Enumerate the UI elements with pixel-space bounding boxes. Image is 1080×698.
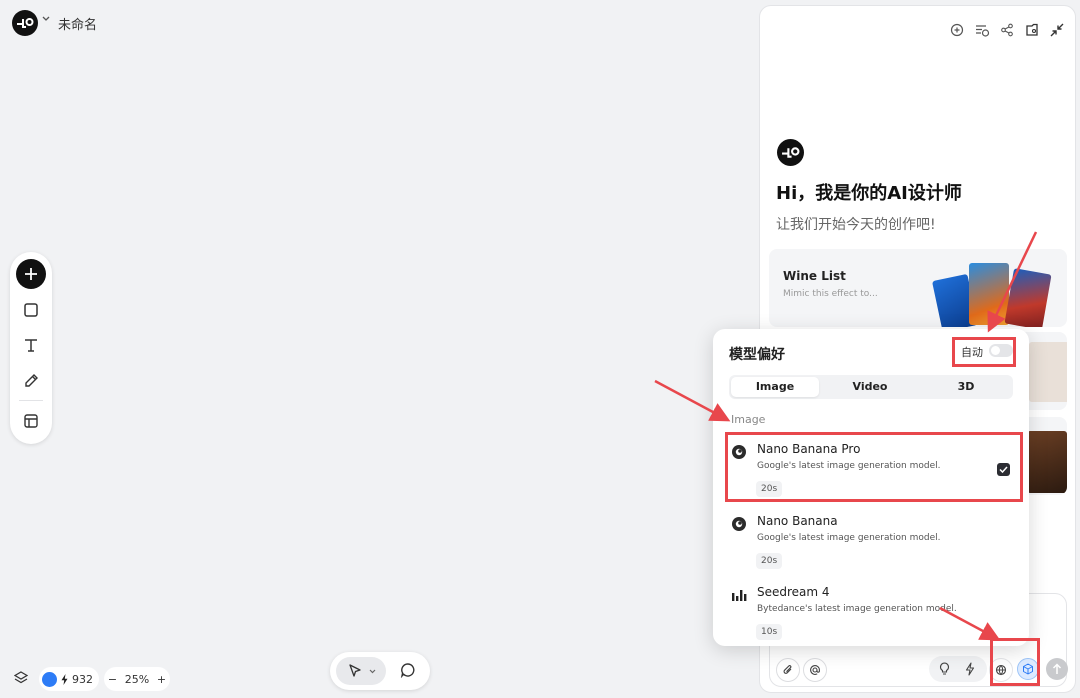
annotation-arrows bbox=[654, 231, 1038, 641]
arrow-to-model-button bbox=[939, 606, 1001, 641]
arrow-to-auto-toggle bbox=[987, 231, 1038, 333]
arrow-to-model-option bbox=[654, 379, 731, 422]
